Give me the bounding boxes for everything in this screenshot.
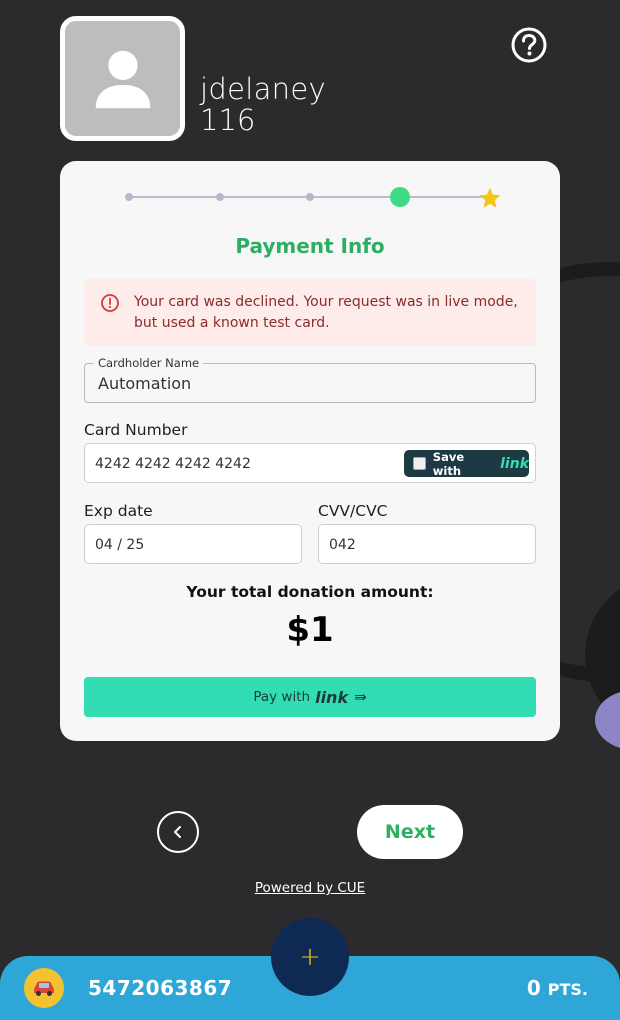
- points-unit: PTS.: [547, 980, 588, 999]
- back-button[interactable]: [157, 811, 199, 853]
- save-with-label: Save with: [432, 449, 465, 478]
- pay-with-label: Pay with: [253, 689, 311, 705]
- person-icon: [95, 50, 150, 108]
- error-circle-icon: [101, 294, 119, 312]
- next-button[interactable]: Next: [357, 805, 463, 859]
- step-2: [216, 193, 224, 201]
- error-alert: Your card was declined. Your request was…: [84, 279, 536, 346]
- save-with-link-toggle[interactable]: Save with link: [404, 449, 529, 478]
- page: jdelaney 116 Payment Info Your card was …: [0, 0, 620, 1020]
- car-avatar[interactable]: [24, 968, 64, 1008]
- link-logo: link: [500, 455, 529, 472]
- exp-date-label: Exp date: [84, 502, 153, 520]
- total-donation-amount: $1: [286, 610, 334, 650]
- exp-date-input[interactable]: 04 / 25: [84, 524, 302, 564]
- cvv-label: CVV/CVC: [318, 502, 388, 520]
- car-icon: [34, 981, 54, 996]
- total-donation-label: Your total donation amount:: [186, 583, 434, 601]
- save-checkbox[interactable]: [413, 457, 426, 470]
- arrow-right-icon: ⇛: [354, 688, 367, 706]
- points-value: 0: [526, 976, 541, 1000]
- username: jdelaney: [200, 72, 326, 106]
- user-points: 116: [200, 103, 256, 137]
- points-display: 0 PTS.: [527, 976, 588, 1000]
- pay-with-link-button[interactable]: Pay with link ⇛: [84, 677, 536, 717]
- step-3: [306, 193, 314, 201]
- plus-icon: +: [299, 942, 321, 972]
- progress-stepper: [60, 185, 560, 211]
- cvv-value: 042: [329, 537, 356, 553]
- card-number-value: 4242 4242 4242 4242: [95, 456, 251, 472]
- phone-number: 5472063867: [88, 976, 233, 1000]
- cardholder-name-label: Cardholder Name: [94, 356, 204, 370]
- chevron-left-icon: [174, 826, 181, 838]
- add-button[interactable]: +: [271, 918, 349, 996]
- help-circle-icon[interactable]: [510, 26, 548, 64]
- step-4-current: [390, 187, 410, 207]
- link-logo: link: [315, 687, 349, 707]
- cardholder-name-field[interactable]: Cardholder Name Automation: [84, 356, 536, 403]
- star-icon: [479, 187, 501, 208]
- exp-date-value: 04 / 25: [95, 537, 145, 553]
- avatar[interactable]: [60, 16, 185, 141]
- page-title: Payment Info: [235, 234, 385, 258]
- step-1: [125, 193, 133, 201]
- card-number-label: Card Number: [84, 421, 188, 439]
- error-message: Your card was declined. Your request was…: [134, 294, 518, 331]
- powered-by-link[interactable]: Powered by CUE: [60, 880, 560, 896]
- cvv-input[interactable]: 042: [318, 524, 536, 564]
- cardholder-name-value: Automation: [98, 374, 192, 393]
